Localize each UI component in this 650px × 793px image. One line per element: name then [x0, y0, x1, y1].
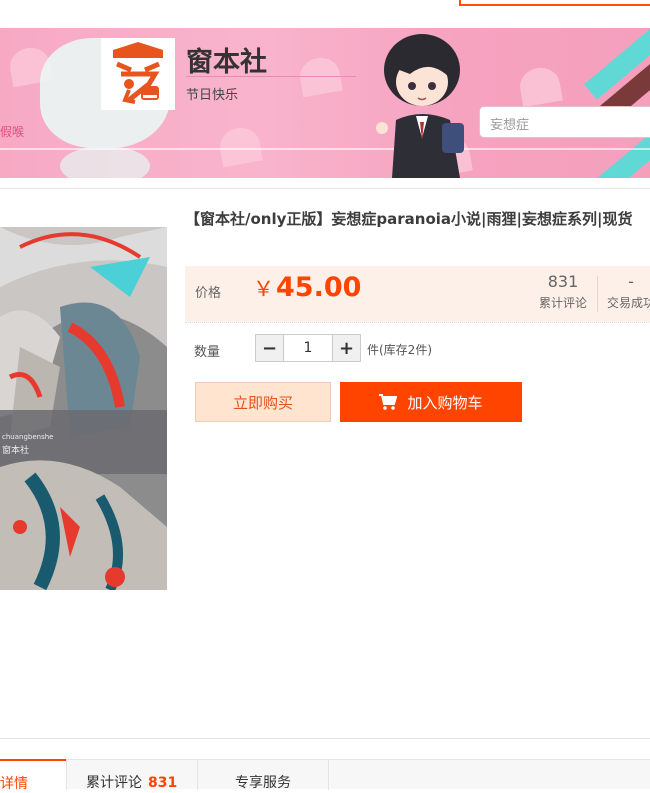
tab-separator — [197, 760, 198, 790]
section-divider — [0, 738, 650, 739]
product-image[interactable]: chuangbenshe 窗本社 — [0, 227, 167, 590]
tab-services[interactable]: 专享服务 — [235, 760, 291, 791]
increase-button[interactable]: + — [333, 335, 360, 361]
stripe-decoration — [584, 131, 650, 178]
price-label: 价格 — [195, 286, 222, 301]
product-artwork: chuangbenshe 窗本社 — [0, 227, 167, 590]
detail-tabs: 详情 累计评论 831 专享服务 — [0, 759, 650, 792]
quantity-stepper: − 1 + — [255, 334, 361, 362]
shop-logo-icon — [103, 40, 173, 108]
shop-logo[interactable] — [101, 38, 175, 110]
banner-divider — [0, 148, 650, 150]
heart-decoration — [217, 124, 263, 168]
tab-separator — [328, 760, 329, 790]
review-label: 累计评论 — [538, 296, 587, 310]
top-search-box-edge — [459, 0, 650, 6]
deal-label: 交易成功 — [606, 296, 650, 310]
tab-reviews[interactable]: 累计评论 831 — [86, 760, 178, 791]
price-amount: 45.00 — [276, 272, 362, 303]
shop-search-input[interactable]: 妄想症 — [479, 106, 650, 138]
buy-now-button[interactable]: 立即购买 — [195, 382, 331, 422]
cart-icon — [379, 394, 398, 410]
add-to-cart-label: 加入购物车 — [407, 393, 483, 412]
shop-name[interactable]: 窗本社 — [186, 40, 267, 79]
quantity-input[interactable]: 1 — [283, 335, 333, 361]
shop-subtitle: 节日快乐 — [186, 88, 239, 103]
price-value: ￥45.00 — [253, 272, 361, 303]
stock-text: 件(库存2件) — [367, 343, 432, 357]
tab-label: 累计评论 — [86, 775, 142, 791]
deal-count: - — [628, 272, 634, 291]
chibi-boy-illustration — [376, 34, 464, 178]
review-stat[interactable]: 831 累计评论 — [535, 272, 591, 311]
review-count: 831 — [547, 272, 579, 291]
watermark-line1: chuangbenshe — [2, 433, 53, 441]
tab-label: 专享服务 — [235, 775, 291, 791]
decrease-button[interactable]: − — [256, 335, 283, 361]
add-to-cart-button[interactable]: 加入购物车 — [340, 382, 522, 422]
stat-separator — [597, 276, 598, 312]
quantity-label: 数量 — [194, 345, 221, 360]
section-divider — [0, 188, 650, 189]
tab-review-count: 831 — [148, 775, 178, 791]
banner-caption: 假喉 — [0, 125, 25, 139]
dotted-divider — [185, 322, 650, 323]
shop-banner: 窗本社 节日快乐 假喉 妄想症 — [0, 28, 650, 178]
tab-details[interactable]: 详情 — [0, 759, 66, 792]
currency-symbol: ￥ — [253, 277, 274, 301]
product-title: 【窗本社/only正版】妄想症paranoia小说|雨狸|妄想症系列|现货 — [185, 210, 633, 228]
tab-label: 详情 — [0, 776, 28, 792]
deal-stat: - 交易成功 — [603, 272, 650, 311]
shop-name-underline — [186, 76, 356, 77]
watermark-line2: 窗本社 — [2, 444, 29, 456]
tab-separator — [66, 760, 67, 790]
price-panel: 价格 ￥45.00 831 累计评论 - 交易成功 — [185, 266, 650, 322]
bunny-illustration — [60, 146, 150, 178]
heart-decoration — [517, 64, 563, 108]
